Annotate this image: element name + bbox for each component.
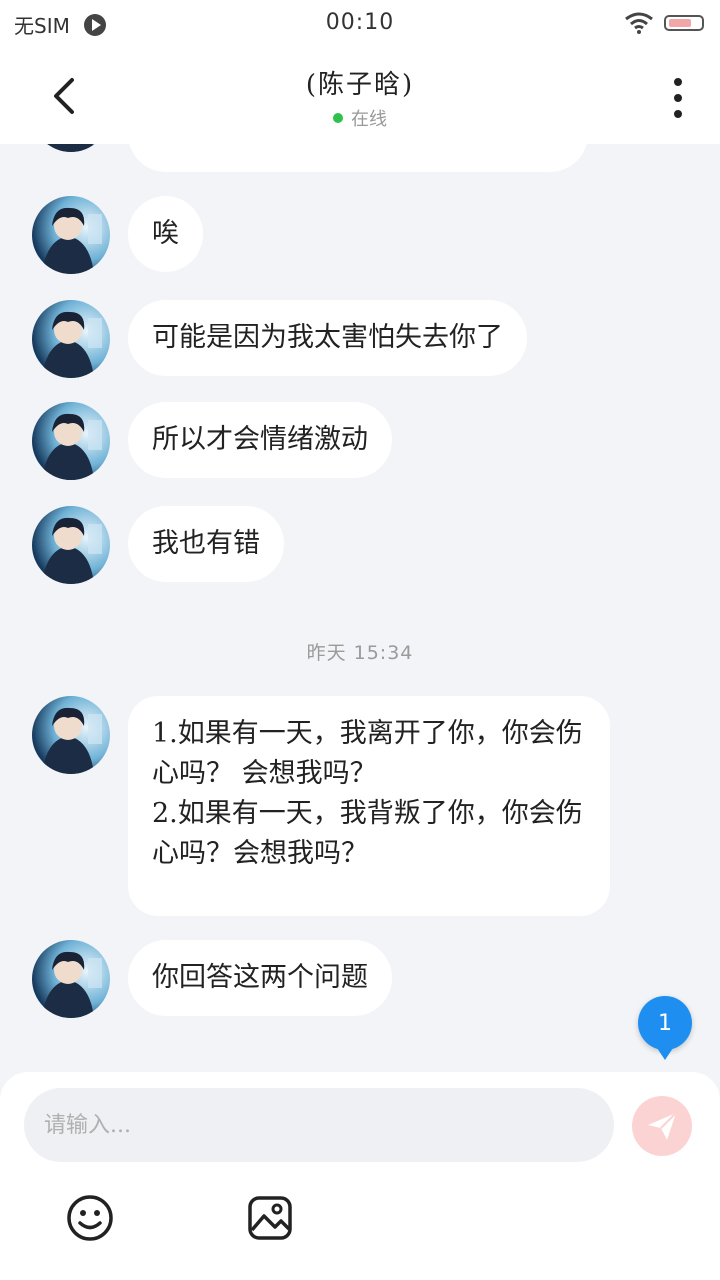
message-input[interactable] [24,1088,614,1162]
title-block: (陈子晗) 在线 [0,64,720,131]
avatar-image [32,196,110,274]
chat-header: (陈子晗) 在线 [0,48,720,144]
more-options-button[interactable] [670,78,686,118]
avatar[interactable] [32,300,110,378]
message-bubble[interactable] [128,144,588,172]
battery-icon [664,15,704,31]
message-bubble[interactable]: 所以才会情绪激动 [128,402,392,478]
message-bubble[interactable]: 唉 [128,196,203,272]
wifi-icon [625,12,653,34]
avatar-image [32,144,110,152]
dot [674,94,682,102]
contact-name: (陈子晗) [305,70,415,100]
emoji-smile-icon[interactable] [66,1194,114,1242]
clock: 00:10 [325,10,395,35]
avatar-image [32,696,110,774]
online-dot [333,113,343,123]
unread-badge[interactable]: 1 [638,996,692,1060]
message-bubble[interactable]: 1.如果有一天，我离开了你，你会伤心吗？ 会想我吗？ 2.如果有一天，我背叛了你… [128,696,610,916]
presence-label: 在线 [351,109,387,130]
message-bubble[interactable]: 我也有错 [128,506,284,582]
timestamp-divider: 昨天 15:34 [306,642,414,664]
dot [674,78,682,86]
presence: 在线 [0,105,720,131]
avatar[interactable] [32,506,110,584]
avatar[interactable] [32,402,110,480]
avatar[interactable] [32,940,110,1018]
avatar-image [32,940,110,1018]
image-picker-icon[interactable] [246,1194,294,1242]
status-right [624,12,704,34]
message-list[interactable]: 唉 可能是因为我太害怕失去你了 所以才会情绪激动 我也有错 昨天 15:34 1… [0,144,720,1072]
status-bar: 无SIM 00:10 [0,0,720,48]
avatar[interactable] [32,196,110,274]
message-bubble[interactable]: 你回答这两个问题 [128,940,392,1016]
avatar-image [32,402,110,480]
avatar[interactable] [32,696,110,774]
avatar-image [32,506,110,584]
avatar[interactable] [32,144,110,152]
send-button[interactable] [632,1096,692,1156]
send-paper-plane-icon [648,1112,677,1140]
message-bubble[interactable]: 可能是因为我太害怕失去你了 [128,300,527,376]
avatar-image [32,300,110,378]
composer-bar [0,1072,720,1280]
dot [674,110,682,118]
